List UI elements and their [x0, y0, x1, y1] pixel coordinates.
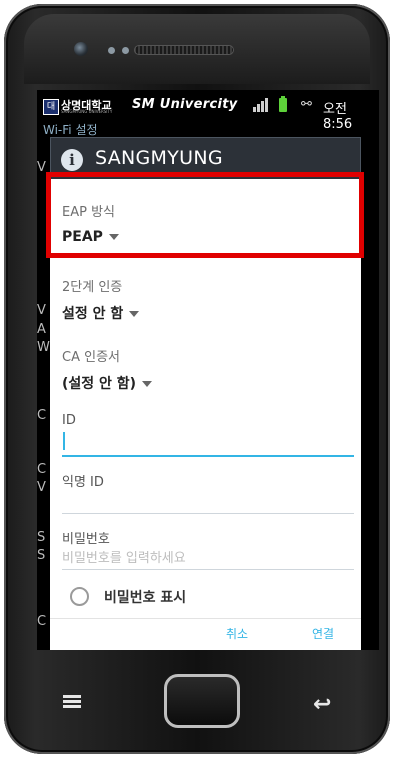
- show-password-checkbox[interactable]: [70, 587, 89, 606]
- dialog-body: EAP 방식 PEAP 2단계 인증 설정 안 함 CA 인증서 (설정 안 함…: [46, 172, 364, 650]
- info-icon: i: [61, 149, 83, 171]
- background-list-item: S: [37, 530, 46, 545]
- back-key-icon[interactable]: ↩: [313, 692, 331, 717]
- phase2-auth-select[interactable]: 설정 안 함: [62, 303, 140, 323]
- anonymous-id-label: 익명 ID: [62, 475, 104, 490]
- background-list-item: V: [37, 160, 46, 175]
- identity-label: ID: [62, 413, 76, 428]
- university-name-small: SANGMYUNG UNIVERSITY: [61, 109, 113, 114]
- password-underline: [62, 569, 354, 570]
- background-list-item: C: [37, 462, 47, 477]
- chevron-down-icon: [142, 381, 153, 387]
- ca-cert-label: CA 인증서: [62, 350, 120, 365]
- earpiece-speaker: [134, 45, 234, 55]
- signal-icon: [253, 98, 269, 112]
- password-label: 비밀번호: [62, 532, 110, 547]
- ca-cert-select[interactable]: (설정 안 함): [62, 373, 153, 393]
- anonymous-id-input[interactable]: [62, 513, 354, 514]
- background-list-item: A: [37, 322, 46, 337]
- eap-method-label: EAP 방식: [62, 205, 115, 220]
- phase2-auth-label: 2단계 인증: [62, 280, 123, 295]
- chevron-down-icon: [129, 311, 140, 317]
- usb-icon: ⚯: [301, 97, 312, 112]
- dialog-title: SANGMYUNG: [95, 147, 223, 169]
- background-list-item: V: [37, 480, 46, 495]
- dialog-button-bar: 취소 연결: [50, 618, 361, 650]
- phone-screen: 대 상명대학교 SANGMYUNG UNIVERSITY SM Univerci…: [37, 90, 379, 650]
- eap-method-select[interactable]: PEAP: [62, 229, 119, 245]
- background-list-item: S: [37, 548, 46, 563]
- background-list-item: C: [37, 614, 47, 629]
- background-list-item: C: [37, 408, 47, 423]
- proximity-sensor: [108, 47, 115, 54]
- carrier-brand: SM Univercity: [132, 97, 238, 112]
- wifi-connect-dialog: i SANGMYUNG EAP 방식 PEAP 2단계 인증 설정 안 함 CA…: [46, 137, 364, 650]
- background-list-item: W: [37, 340, 50, 355]
- wifi-settings-title: Wi-Fi 설정: [43, 123, 98, 137]
- university-logo: 대: [43, 99, 59, 115]
- dialog-header: i SANGMYUNG: [50, 137, 361, 179]
- background-list-item: V: [37, 303, 46, 318]
- password-input[interactable]: 비밀번호를 입력하세요: [62, 547, 186, 566]
- status-bar: 대 상명대학교 SANGMYUNG UNIVERSITY SM Univerci…: [37, 90, 379, 132]
- front-camera: [74, 42, 88, 56]
- text-cursor: [63, 432, 65, 450]
- connect-button[interactable]: 연결: [312, 625, 334, 642]
- show-password-label[interactable]: 비밀번호 표시: [104, 587, 186, 607]
- menu-key[interactable]: [63, 695, 81, 709]
- light-sensor: [122, 47, 129, 54]
- chevron-down-icon: [108, 234, 119, 240]
- status-time: 오전 8:56: [323, 102, 353, 132]
- cancel-button[interactable]: 취소: [226, 625, 248, 642]
- identity-input[interactable]: [62, 455, 354, 457]
- home-button[interactable]: [164, 674, 240, 728]
- battery-icon: [279, 96, 287, 112]
